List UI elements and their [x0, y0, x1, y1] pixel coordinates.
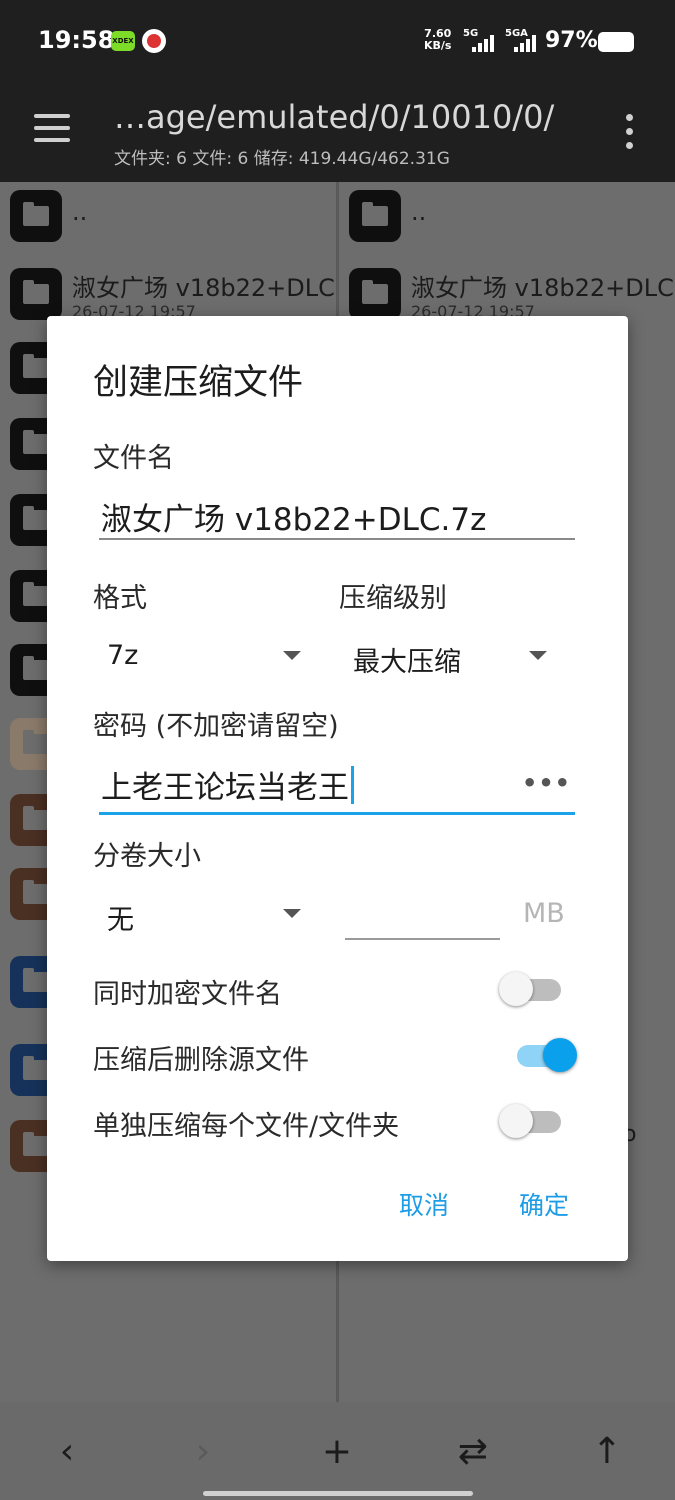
- password-input[interactable]: 上老王论坛当老王: [101, 762, 354, 807]
- delete-source-label: 压缩后删除源文件: [93, 1045, 309, 1076]
- chevron-down-icon[interactable]: [283, 651, 301, 660]
- compress-separately-toggle[interactable]: [499, 1100, 565, 1140]
- chevron-down-icon[interactable]: [283, 909, 301, 918]
- list-item-parent[interactable]: ..: [339, 190, 675, 260]
- battery-percent: 97%: [545, 28, 598, 53]
- bottom-nav-bar: ‹ › + ⇄ ↑: [0, 1402, 675, 1500]
- app-notification-icon-2: [142, 29, 166, 53]
- folder-icon: [10, 190, 62, 242]
- show-password-icon[interactable]: •••: [522, 769, 571, 797]
- filename-input[interactable]: 淑女广场 v18b22+DLC.7z: [101, 494, 486, 539]
- folder-icon: [349, 268, 401, 320]
- delete-source-toggle[interactable]: [511, 1034, 577, 1074]
- ok-button[interactable]: 确定: [519, 1186, 569, 1222]
- status-bar: 19:58 XDEX 7.60 KB/s 5G 5GA 97%: [0, 0, 675, 84]
- storage-info: 文件夹: 6 文件: 6 储存: 419.44G/462.31G: [114, 149, 450, 169]
- add-icon[interactable]: +: [312, 1430, 362, 1474]
- compression-level-label: 压缩级别: [339, 583, 447, 614]
- cancel-button[interactable]: 取消: [399, 1186, 449, 1222]
- encrypt-filenames-toggle[interactable]: [499, 968, 565, 1008]
- battery-icon: [598, 32, 634, 52]
- signal-icon-2: [514, 34, 536, 52]
- overflow-menu-icon[interactable]: [624, 114, 634, 150]
- password-underline: [99, 812, 575, 815]
- network-speed: 7.60 KB/s: [424, 27, 452, 52]
- split-size-unit: MB: [523, 898, 565, 929]
- compression-level-select[interactable]: 最大压缩: [353, 640, 461, 679]
- home-indicator[interactable]: [203, 1491, 473, 1496]
- create-archive-dialog: 创建压缩文件 文件名 淑女广场 v18b22+DLC.7z 格式 压缩级别 7z…: [47, 316, 628, 1261]
- signal-icon: [472, 34, 494, 52]
- app-notification-icon: XDEX: [111, 31, 135, 51]
- password-label: 密码 (不加密请留空): [93, 711, 339, 742]
- filename-underline: [99, 538, 575, 540]
- filename-label: 文件名: [93, 443, 174, 474]
- item-name: 淑女广场 v18b22+DLC: [411, 274, 674, 302]
- format-label: 格式: [93, 583, 147, 614]
- dialog-title: 创建压缩文件: [93, 363, 304, 403]
- clock: 19:58: [38, 26, 115, 54]
- password-value: 上老王论坛当老王: [101, 770, 349, 806]
- item-name: ..: [72, 198, 88, 226]
- format-select[interactable]: 7z: [107, 640, 138, 671]
- split-size-select[interactable]: 无: [107, 898, 134, 937]
- item-name: 淑女广场 v18b22+DLC: [72, 274, 335, 302]
- hamburger-menu-icon[interactable]: [34, 114, 70, 142]
- app-toolbar: …age/emulated/0/10010/0/ 文件夹: 6 文件: 6 储存…: [0, 84, 675, 182]
- current-path[interactable]: …age/emulated/0/10010/0/: [114, 98, 554, 136]
- split-size-input[interactable]: [345, 938, 500, 940]
- split-size-label: 分卷大小: [93, 841, 201, 872]
- folder-icon: [10, 268, 62, 320]
- folder-icon: [349, 190, 401, 242]
- list-item-parent[interactable]: ..: [0, 190, 336, 260]
- up-directory-icon[interactable]: ↑: [582, 1430, 632, 1474]
- back-icon[interactable]: ‹: [42, 1430, 92, 1474]
- forward-icon[interactable]: ›: [178, 1430, 228, 1474]
- text-cursor: [351, 766, 354, 804]
- swap-panes-icon[interactable]: ⇄: [448, 1430, 498, 1474]
- chevron-down-icon[interactable]: [529, 651, 547, 660]
- compress-separately-label: 单独压缩每个文件/文件夹: [93, 1111, 400, 1142]
- encrypt-filenames-label: 同时加密文件名: [93, 979, 282, 1010]
- item-name: ..: [411, 198, 427, 226]
